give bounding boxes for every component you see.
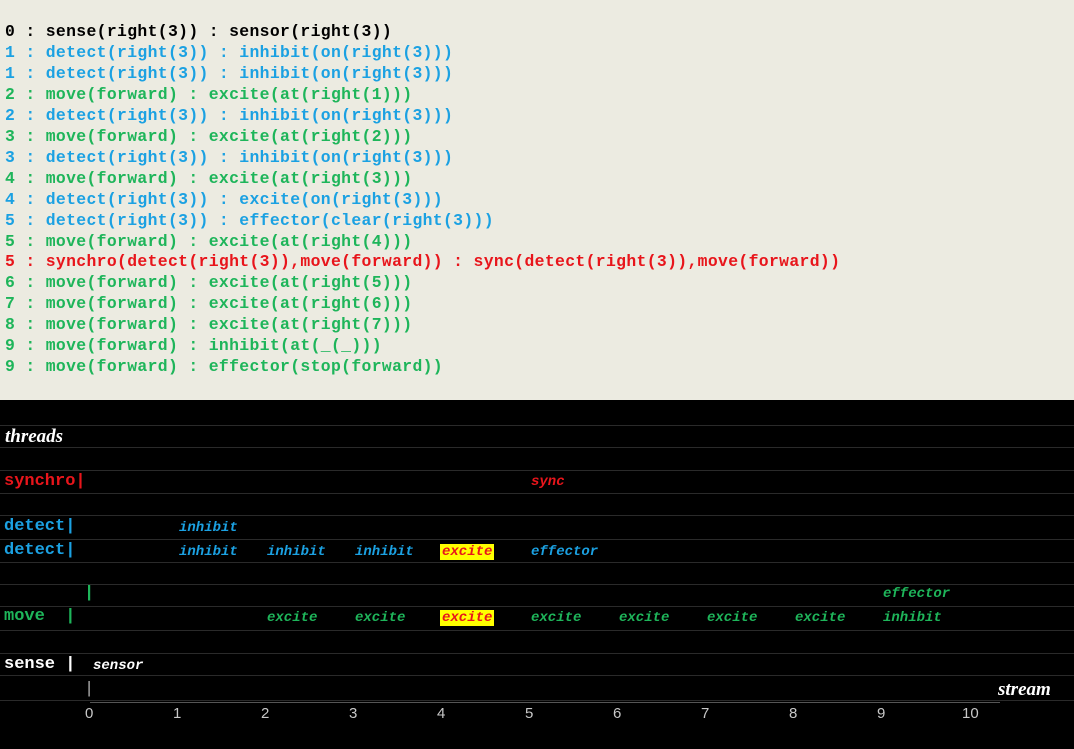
detect-row-2-event-inhibit: inhibit: [355, 544, 414, 560]
synchro-row-label: synchro|: [4, 472, 86, 491]
log-line: 1 : detect(right(3)) : inhibit(on(right(…: [5, 63, 454, 83]
log-line: 3 : move(forward) : excite(at(right(2))): [5, 126, 413, 146]
axis-tick-9: 9: [877, 705, 886, 722]
log-line: 0 : sense(right(3)) : sensor(right(3)): [5, 22, 393, 41]
row-divider: [0, 584, 1074, 585]
row-divider: [0, 515, 1074, 516]
log-line: 8 : move(forward) : excite(at(right(7))): [5, 315, 413, 335]
axis-tick-10: 10: [962, 705, 979, 722]
move-row-2-event-excite: excite: [531, 610, 582, 626]
row-divider: [0, 447, 1074, 448]
detect-row-2-event-inhibit: inhibit: [179, 544, 238, 560]
thread-timeline-panel: threads stream synchro| sync detect| inhibi…: [0, 400, 1074, 749]
log-line: 9 : move(forward) : inhibit(at(_(_))): [5, 336, 382, 356]
stream-axis: [90, 702, 1000, 703]
threads-header: threads: [5, 426, 64, 447]
log-line: 4 : move(forward) : excite(at(right(3))): [5, 168, 413, 188]
detect-row-1-event-inhibit: inhibit: [179, 520, 238, 536]
axis-tick-1: 1: [173, 705, 182, 722]
move-row-1-event-effector: effector: [883, 586, 951, 602]
axis-tick-5: 5: [525, 705, 534, 722]
move-row-1-label: |: [84, 584, 95, 603]
log-line: 7 : move(forward) : excite(at(right(6))): [5, 294, 413, 314]
row-divider: [0, 653, 1074, 654]
log-line: 3 : detect(right(3)) : inhibit(on(right(…: [5, 147, 454, 167]
axis-tick-4: 4: [437, 705, 446, 722]
sense-row-event-sensor: sensor: [93, 658, 144, 674]
log-line: 5 : synchro(detect(right(3)),move(forwar…: [5, 252, 841, 272]
log-line: 4 : detect(right(3)) : excite(on(right(3…: [5, 189, 443, 209]
sense-row-label: sense |: [4, 655, 76, 674]
row-divider: [0, 539, 1074, 540]
log-line: 9 : move(forward) : effector(stop(forwar…: [5, 357, 443, 377]
stream-label: stream: [998, 679, 1051, 700]
move-row-2-event-inhibit: inhibit: [883, 610, 942, 626]
log-line: 1 : detect(right(3)) : inhibit(on(right(…: [5, 42, 454, 62]
row-divider: [0, 700, 1074, 701]
detect-row-2-event-excite: excite: [440, 544, 495, 560]
log-line: 2 : detect(right(3)) : inhibit(on(right(…: [5, 105, 454, 125]
axis-row-label: |: [84, 680, 95, 699]
axis-tick-0: 0: [85, 705, 94, 722]
row-divider: [0, 425, 1074, 426]
detect-row-2-event-effector: effector: [531, 544, 599, 560]
move-row-2-event-excite: excite: [440, 610, 495, 626]
detect-row-1-label: detect|: [4, 517, 76, 536]
row-divider: [0, 493, 1074, 494]
row-divider: [0, 470, 1074, 471]
axis-tick-3: 3: [349, 705, 358, 722]
detect-row-2-event-inhibit: inhibit: [267, 544, 326, 560]
event-log-panel: 0 : sense(right(3)) : sensor(right(3)) 1 …: [0, 0, 1074, 400]
axis-tick-2: 2: [261, 705, 270, 722]
row-divider: [0, 606, 1074, 607]
detect-row-2-label: detect|: [4, 541, 76, 560]
move-row-2-event-excite: excite: [267, 610, 318, 626]
move-row-2-event-excite: excite: [795, 610, 846, 626]
move-row-2-event-excite: excite: [619, 610, 670, 626]
axis-tick-6: 6: [613, 705, 622, 722]
move-row-2-event-excite: excite: [355, 610, 406, 626]
row-divider: [0, 630, 1074, 631]
row-divider: [0, 562, 1074, 563]
log-line: 5 : detect(right(3)) : effector(clear(ri…: [5, 210, 494, 230]
row-divider: [0, 675, 1074, 676]
axis-tick-8: 8: [789, 705, 798, 722]
move-row-2-label: move |: [4, 607, 76, 626]
synchro-row-event-sync: sync: [531, 474, 565, 490]
axis-tick-7: 7: [701, 705, 710, 722]
log-line: 5 : move(forward) : excite(at(right(4))): [5, 231, 413, 251]
log-line: 2 : move(forward) : excite(at(right(1))): [5, 84, 413, 104]
log-line: 6 : move(forward) : excite(at(right(5))): [5, 273, 413, 293]
move-row-2-event-excite: excite: [707, 610, 758, 626]
